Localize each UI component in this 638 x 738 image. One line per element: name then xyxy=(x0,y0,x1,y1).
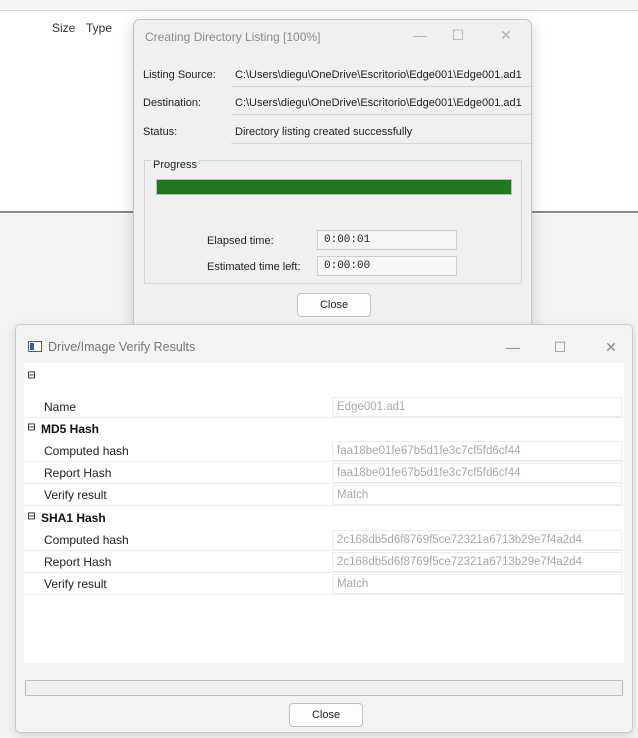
sha1-verify-key: Verify result xyxy=(44,577,107,591)
sha1-report-row: Report Hash 2c168db5d6f8769f5ce72321a671… xyxy=(24,551,624,573)
results-tree: ⊟ Name Edge001.ad1 ⊟ MD5 Hash Computed h… xyxy=(24,363,624,663)
sha1-computed-key: Computed hash xyxy=(44,533,129,547)
md5-verify-key: Verify result xyxy=(44,488,107,502)
md5-report-value: faa18be01fe67b5d1fe3c7cf5fd6cf44 xyxy=(332,463,622,483)
sha1-computed-value: 2c168db5d6f8769f5ce72321a6713b29e7f4a2d4 xyxy=(332,530,622,550)
md5-section-title: MD5 Hash xyxy=(41,422,100,436)
name-key: Name xyxy=(44,400,77,414)
name-row: Name Edge001.ad1 xyxy=(24,396,624,418)
close-button[interactable]: Close xyxy=(289,703,363,727)
minimize-icon[interactable]: — xyxy=(502,337,524,357)
window-title: Drive/Image Verify Results xyxy=(48,340,196,354)
column-size[interactable]: Size xyxy=(52,21,75,35)
listing-source-value: C:\Users\diegu\OneDrive\Escritorio\Edge0… xyxy=(231,65,531,87)
progress-bar xyxy=(156,179,512,195)
tree-root-row[interactable]: ⊟ xyxy=(24,366,624,388)
status-label: Status: xyxy=(143,126,178,138)
dialog-title: Creating Directory Listing [100%] xyxy=(145,30,321,44)
sha1-section-title: SHA1 Hash xyxy=(41,511,106,525)
status-bar xyxy=(25,680,623,696)
collapse-icon[interactable]: ⊟ xyxy=(26,510,37,523)
progress-bar-fill xyxy=(157,180,511,194)
close-icon[interactable]: ✕ xyxy=(600,337,622,357)
close-icon[interactable]: ✕ xyxy=(495,26,517,44)
minimize-icon[interactable]: — xyxy=(409,26,431,44)
name-value: Edge001.ad1 xyxy=(332,397,622,417)
maximize-icon[interactable]: ☐ xyxy=(549,337,571,357)
estimated-time-left-value: 0:00:00 xyxy=(317,256,457,276)
elapsed-time-label: Elapsed time: xyxy=(207,235,274,247)
md5-computed-row: Computed hash faa18be01fe67b5d1fe3c7cf5f… xyxy=(24,440,624,462)
close-button[interactable]: Close xyxy=(297,293,371,317)
sha1-computed-row: Computed hash 2c168db5d6f8769f5ce72321a6… xyxy=(24,529,624,551)
sha1-verify-row: Verify result Match xyxy=(24,573,624,595)
md5-verify-value: Match xyxy=(332,485,622,505)
sha1-report-value: 2c168db5d6f8769f5ce72321a6713b29e7f4a2d4 xyxy=(332,552,622,572)
window-icon xyxy=(28,341,42,352)
status-value: Directory listing created successfully xyxy=(231,122,531,144)
collapse-icon[interactable]: ⊟ xyxy=(26,369,37,382)
sha1-section-row[interactable]: ⊟ SHA1 Hash xyxy=(24,507,624,529)
elapsed-time-value: 0:00:01 xyxy=(317,230,457,250)
estimated-time-left-label: Estimated time left: xyxy=(207,261,301,273)
sha1-verify-value: Match xyxy=(332,574,622,594)
directory-listing-dialog: Creating Directory Listing [100%] — ☐ ✕ … xyxy=(133,19,532,329)
sha1-report-key: Report Hash xyxy=(44,555,112,569)
desktop: Size Type Creating Directory Listing [10… xyxy=(0,0,638,738)
md5-computed-key: Computed hash xyxy=(44,444,129,458)
destination-value: C:\Users\diegu\OneDrive\Escritorio\Edge0… xyxy=(231,93,531,115)
verify-results-window: Drive/Image Verify Results — ☐ ✕ ⊟ Name … xyxy=(15,324,633,733)
md5-report-row: Report Hash faa18be01fe67b5d1fe3c7cf5fd6… xyxy=(24,462,624,484)
listing-source-label: Listing Source: xyxy=(143,69,216,81)
maximize-icon[interactable]: ☐ xyxy=(447,26,469,44)
destination-label: Destination: xyxy=(143,97,202,109)
md5-section-row[interactable]: ⊟ MD5 Hash xyxy=(24,418,624,440)
progress-group: Progress Elapsed time: 0:00:01 Estimated… xyxy=(144,159,522,284)
md5-report-key: Report Hash xyxy=(44,466,112,480)
collapse-icon[interactable]: ⊟ xyxy=(26,421,37,434)
column-type[interactable]: Type xyxy=(86,21,112,35)
md5-computed-value: faa18be01fe67b5d1fe3c7cf5fd6cf44 xyxy=(332,441,622,461)
md5-verify-row: Verify result Match xyxy=(24,484,624,506)
progress-legend: Progress xyxy=(151,159,200,171)
